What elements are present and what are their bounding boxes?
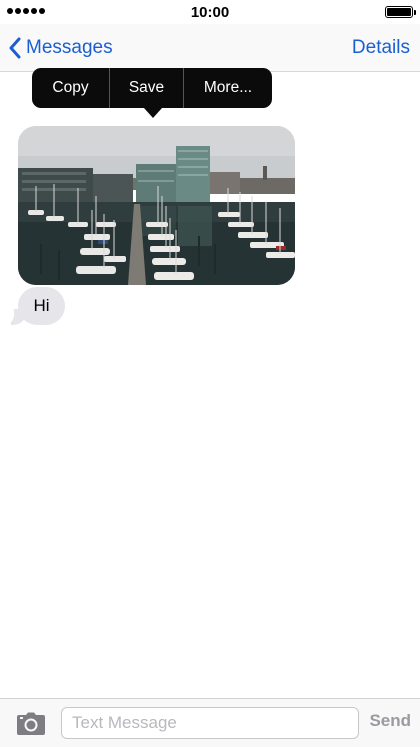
navigation-bar: Messages Details — [0, 24, 420, 72]
chevron-left-icon — [9, 37, 21, 59]
back-button[interactable]: Messages — [8, 34, 113, 62]
harbor-photo — [18, 126, 295, 285]
camera-button[interactable] — [16, 712, 46, 736]
context-menu: Copy Save More... — [32, 68, 272, 118]
send-button[interactable]: Send — [369, 711, 411, 731]
photo-message[interactable] — [18, 126, 295, 285]
camera-icon — [17, 712, 45, 735]
received-message-bubble[interactable]: Hi — [4, 287, 65, 325]
more-menu-item[interactable]: More... — [184, 68, 272, 108]
message-composer: Send — [0, 698, 420, 747]
copy-menu-item[interactable]: Copy — [32, 68, 109, 108]
save-menu-item[interactable]: Save — [110, 68, 183, 108]
message-input[interactable] — [61, 707, 359, 739]
back-button-label: Messages — [26, 37, 113, 58]
status-bar: 10:00 — [0, 0, 420, 24]
details-button[interactable]: Details — [352, 34, 410, 62]
menu-pointer-arrow — [144, 108, 162, 118]
status-time: 10:00 — [190, 4, 230, 21]
message-text: Hi — [33, 296, 50, 315]
battery-icon — [385, 6, 416, 18]
messages-screen: 10:00 Messages Details Copy Save More...… — [0, 0, 420, 747]
